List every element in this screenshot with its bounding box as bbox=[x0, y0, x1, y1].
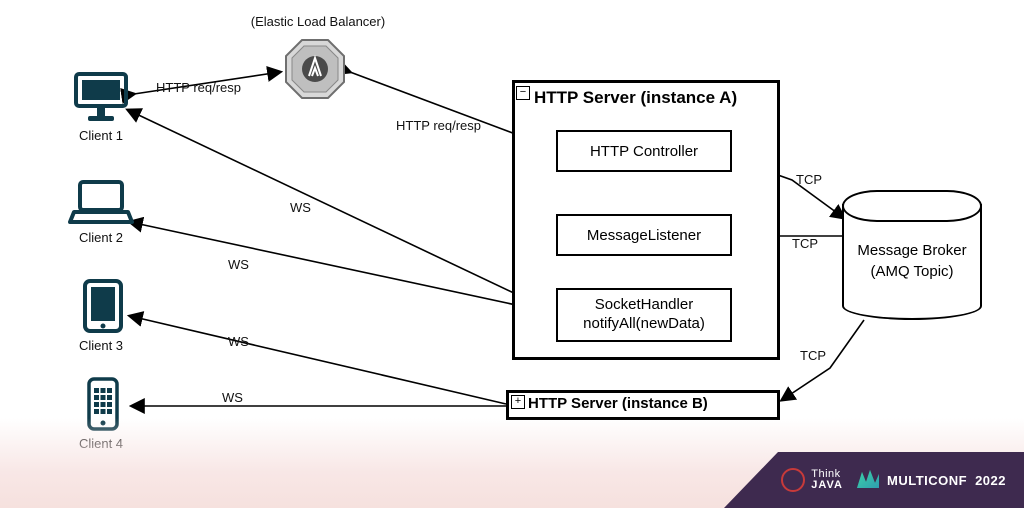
edge-label-ws3: WS bbox=[228, 334, 249, 349]
listener-box: MessageListener bbox=[556, 214, 732, 256]
multiconf-text: MULTICONF bbox=[887, 473, 967, 488]
diagram-stage: (Elastic Load Balancer) HTTP req/resp HT… bbox=[0, 0, 1024, 508]
tablet-icon bbox=[82, 278, 124, 339]
edge-label-tcp1: TCP bbox=[796, 172, 822, 187]
expand-icon[interactable]: + bbox=[511, 395, 525, 409]
multiconf-logo: MULTICONF 2022 bbox=[857, 470, 1006, 490]
edge-label-http1: HTTP req/resp bbox=[156, 80, 241, 95]
client-2-label: Client 2 bbox=[70, 230, 132, 245]
multiconf-year: 2022 bbox=[975, 473, 1006, 488]
broker-line2: (AMQ Topic) bbox=[842, 261, 982, 282]
laptop-icon bbox=[68, 178, 134, 233]
socket-l2: notifyAll(newData) bbox=[583, 315, 705, 334]
elb-icon bbox=[282, 36, 348, 102]
server-b-title: HTTP Server (instance B) bbox=[528, 395, 708, 412]
multiconf-mark-icon bbox=[857, 470, 879, 490]
socket-handler-box: SocketHandler notifyAll(newData) bbox=[556, 288, 732, 342]
broker-line1: Message Broker bbox=[842, 240, 982, 261]
socket-l1: SocketHandler bbox=[595, 296, 693, 315]
elb-label: (Elastic Load Balancer) bbox=[248, 14, 388, 29]
edge-label-ws4: WS bbox=[222, 390, 243, 405]
listener-label: MessageListener bbox=[587, 227, 701, 244]
think-java-logo: Think JAVA bbox=[781, 468, 843, 492]
client-1-label: Client 1 bbox=[70, 128, 132, 143]
ring-icon bbox=[781, 468, 805, 492]
edge-label-ws1: WS bbox=[290, 200, 311, 215]
broker-cylinder: Message Broker (AMQ Topic) bbox=[842, 190, 982, 320]
server-a-title: HTTP Server (instance A) bbox=[520, 88, 737, 108]
edge-label-http2: HTTP req/resp bbox=[396, 118, 481, 133]
edge-label-tcp2: TCP bbox=[792, 236, 818, 251]
edge-label-ws2: WS bbox=[228, 257, 249, 272]
client-3-label: Client 3 bbox=[70, 338, 132, 353]
controller-box: HTTP Controller bbox=[556, 130, 732, 172]
edge-label-tcp3: TCP bbox=[800, 348, 826, 363]
desktop-icon bbox=[72, 70, 130, 129]
controller-label: HTTP Controller bbox=[590, 143, 698, 160]
